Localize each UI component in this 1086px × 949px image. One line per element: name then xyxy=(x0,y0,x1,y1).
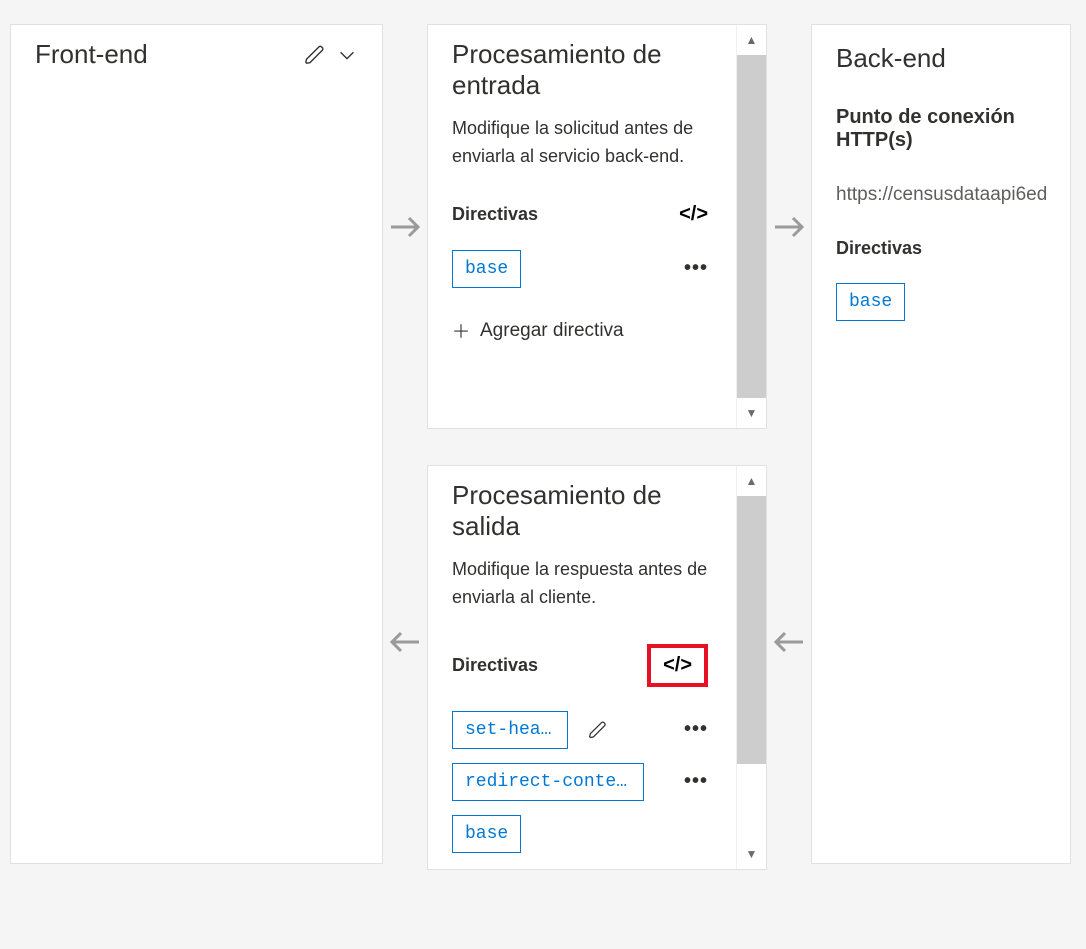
edit-icon[interactable] xyxy=(588,720,608,740)
arrow-frontend-to-inbound xyxy=(387,24,423,429)
inbound-scrollbar[interactable]: ▲ ▼ xyxy=(736,25,766,428)
inbound-directives-label: Directivas xyxy=(452,204,538,225)
inbound-title: Procesamiento de entrada xyxy=(452,39,708,101)
policy-tag-base[interactable]: base xyxy=(452,815,521,853)
backend-card: Back-end Punto de conexión HTTP(s) https… xyxy=(811,24,1071,864)
backend-directives-label: Directivas xyxy=(836,238,1046,259)
outbound-processing-card: Procesamiento de salida Modifique la res… xyxy=(427,465,767,870)
scroll-up-icon[interactable]: ▲ xyxy=(737,466,766,496)
arrow-inbound-to-backend xyxy=(771,24,807,429)
policy-tag-redirect-content[interactable]: redirect-content… xyxy=(452,763,644,801)
more-icon[interactable]: ••• xyxy=(684,718,708,741)
more-icon[interactable]: ••• xyxy=(684,257,708,280)
inbound-processing-card: Procesamiento de entrada Modifique la so… xyxy=(427,24,767,429)
scroll-down-icon[interactable]: ▼ xyxy=(737,398,766,428)
edit-icon[interactable] xyxy=(304,44,326,66)
code-editor-icon[interactable]: </> xyxy=(679,203,708,226)
code-editor-icon[interactable]: </> xyxy=(647,644,708,687)
policy-tag-set-header[interactable]: set-head… xyxy=(452,711,568,749)
outbound-directives-label: Directivas xyxy=(452,655,538,676)
outbound-scrollbar[interactable]: ▲ ▼ xyxy=(736,466,766,869)
plus-icon xyxy=(452,322,470,340)
more-icon[interactable]: ••• xyxy=(684,770,708,793)
add-policy-button[interactable]: Agregar directiva xyxy=(452,320,708,342)
add-policy-label: Agregar directiva xyxy=(480,320,624,342)
backend-endpoint-url: https://censusdataapi6ed7cff3 xyxy=(836,184,1046,206)
policy-tag-base[interactable]: base xyxy=(836,283,905,321)
outbound-title: Procesamiento de salida xyxy=(452,480,708,542)
arrow-outbound-to-frontend xyxy=(387,429,423,949)
backend-endpoint-label: Punto de conexión HTTP(s) xyxy=(836,106,1046,152)
scroll-up-icon[interactable]: ▲ xyxy=(737,25,766,55)
scroll-down-icon[interactable]: ▼ xyxy=(737,839,766,869)
arrow-backend-to-outbound xyxy=(771,429,807,949)
frontend-card: Front-end xyxy=(10,24,383,864)
backend-title: Back-end xyxy=(836,43,1046,74)
outbound-description: Modifique la respuesta antes de enviarla… xyxy=(452,556,708,612)
chevron-down-icon[interactable] xyxy=(336,44,358,66)
policy-tag-base[interactable]: base xyxy=(452,250,521,288)
frontend-title: Front-end xyxy=(35,39,148,70)
inbound-description: Modifique la solicitud antes de enviarla… xyxy=(452,115,708,171)
